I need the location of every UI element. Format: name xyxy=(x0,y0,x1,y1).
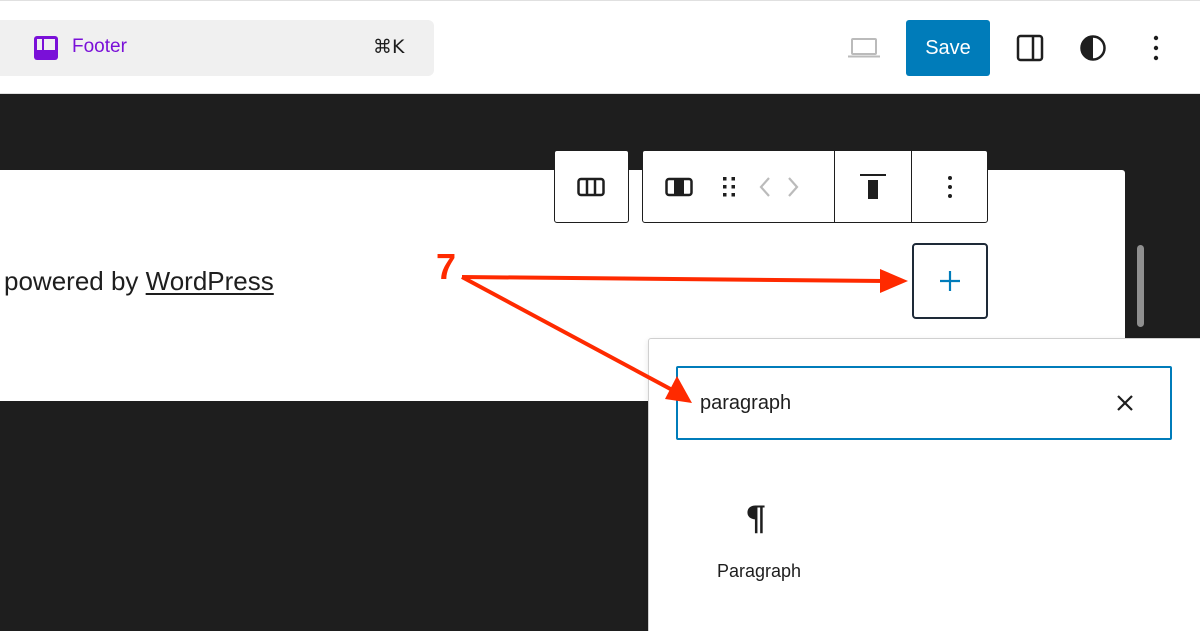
more-vertical-icon xyxy=(1153,35,1159,61)
block-toolbar-main-group xyxy=(642,150,988,223)
paragraph-icon: ¶ xyxy=(745,499,767,539)
block-result-label: Paragraph xyxy=(716,561,802,581)
preview-button[interactable] xyxy=(846,31,882,65)
block-search-box xyxy=(676,366,1172,440)
align-top-icon xyxy=(860,173,886,199)
editor-header: Footer ⌘K Save xyxy=(0,0,1200,94)
laptop-icon xyxy=(848,38,880,58)
plus-icon xyxy=(940,271,960,291)
wordpress-link[interactable]: WordPress xyxy=(146,266,274,296)
styles-button[interactable] xyxy=(1073,28,1113,68)
settings-toggle-button[interactable] xyxy=(1010,28,1050,68)
move-right-button[interactable] xyxy=(779,151,807,222)
canvas-scrollbar-thumb[interactable] xyxy=(1137,245,1144,327)
block-options-button[interactable] xyxy=(911,151,987,222)
footer-text-prefix: powered by xyxy=(4,266,146,296)
block-result-paragraph[interactable]: ¶ Paragraph xyxy=(699,489,819,589)
command-shortcut: ⌘K xyxy=(373,36,405,58)
clear-search-button[interactable] xyxy=(1110,388,1140,418)
annotation-step-number: 7 xyxy=(436,246,457,287)
move-left-button[interactable] xyxy=(751,151,779,222)
document-bar[interactable]: Footer ⌘K xyxy=(0,20,434,76)
select-parent-button[interactable] xyxy=(555,151,627,222)
block-search-input[interactable] xyxy=(700,368,1100,438)
block-type-button[interactable] xyxy=(643,151,715,222)
quick-inserter-popover: ¶ Paragraph xyxy=(648,338,1200,631)
more-vertical-icon xyxy=(947,175,952,198)
block-toolbar-parent-group xyxy=(554,150,629,223)
save-button[interactable]: Save xyxy=(906,20,990,76)
template-part-icon xyxy=(34,36,58,60)
move-right-icon xyxy=(788,176,799,197)
drag-handle-icon xyxy=(723,176,735,196)
footer-credit-text[interactable]: powered by WordPress xyxy=(4,266,274,297)
column-icon xyxy=(665,177,693,196)
close-icon xyxy=(1117,395,1133,411)
columns-parent-icon xyxy=(577,177,605,196)
editor-root: Footer ⌘K Save powered by WordPress para… xyxy=(0,0,1200,631)
contrast-icon xyxy=(1080,35,1106,61)
options-menu-button[interactable] xyxy=(1136,28,1176,68)
document-title: Footer xyxy=(72,36,127,57)
block-inserter-button[interactable] xyxy=(912,243,988,319)
drag-handle[interactable] xyxy=(715,151,743,222)
move-left-icon xyxy=(759,176,770,197)
vertical-align-button[interactable] xyxy=(834,151,911,222)
sidebar-toggle-icon xyxy=(1016,34,1044,62)
